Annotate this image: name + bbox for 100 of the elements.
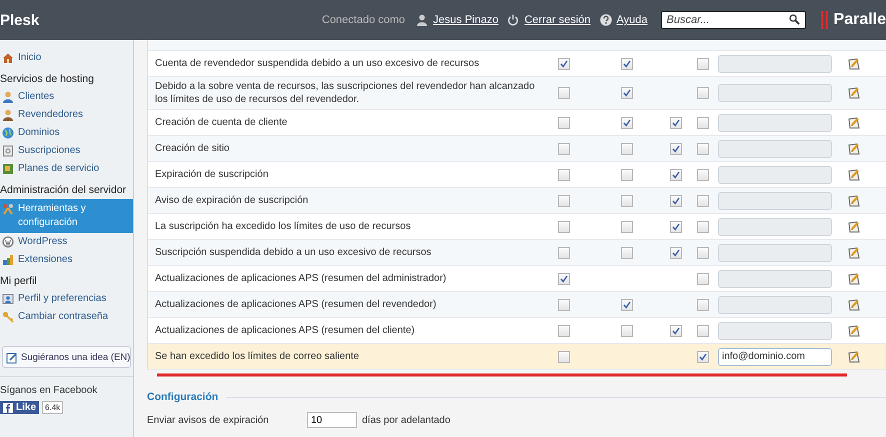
- checkbox[interactable]: [670, 220, 682, 232]
- notification-name: Actualizaciones de aplicaciones APS (resumen del administrador): [154, 272, 448, 286]
- checkbox[interactable]: [670, 194, 682, 206]
- checkbox[interactable]: [697, 246, 709, 258]
- sidebar-item[interactable]: Extensiones: [0, 251, 133, 269]
- sidebar-item[interactable]: Planes de servicio: [0, 160, 133, 178]
- checkbox[interactable]: [621, 324, 633, 336]
- edit-note-icon[interactable]: [847, 298, 861, 312]
- logout-link[interactable]: Cerrar sesión: [524, 14, 591, 26]
- edit-note-icon[interactable]: [847, 324, 861, 338]
- edit-note-icon[interactable]: [847, 194, 861, 208]
- checkbox[interactable]: [558, 142, 570, 154]
- search-field[interactable]: Buscar...: [660, 11, 806, 29]
- checkbox[interactable]: [558, 246, 570, 258]
- checkbox[interactable]: [697, 87, 709, 99]
- edit-note-icon[interactable]: [847, 246, 861, 260]
- sidebar-item[interactable]: Revendedores: [0, 106, 133, 124]
- checkbox[interactable]: [697, 58, 709, 70]
- checkbox[interactable]: [697, 116, 709, 128]
- help-link[interactable]: Ayuda: [616, 14, 648, 26]
- checkbox[interactable]: [697, 298, 709, 310]
- email-field[interactable]: [718, 244, 832, 262]
- person-icon: [2, 91, 14, 103]
- sidebar-item[interactable]: Dominios: [0, 124, 133, 142]
- notification-name: Debido a la sobre venta de recursos, las suscripciones del revendedor han alcanzado los límites de uso de recursos del revendedor.: [154, 80, 536, 107]
- checkbox[interactable]: [670, 246, 682, 258]
- email-field[interactable]: [718, 54, 832, 72]
- checkbox[interactable]: [670, 324, 682, 336]
- notification-name: Expiración de suscripción: [154, 168, 270, 182]
- house-icon: [2, 52, 14, 64]
- email-field[interactable]: [718, 166, 832, 184]
- sidebar-item[interactable]: Clientes: [0, 88, 133, 106]
- field-suffix: días por adelantado: [362, 414, 450, 426]
- search-icon[interactable]: [788, 14, 800, 25]
- checkbox[interactable]: [697, 220, 709, 232]
- profile-card-icon: [2, 293, 14, 305]
- checkbox[interactable]: [697, 272, 709, 284]
- notification-name: Creación de cuenta de cliente: [154, 116, 288, 130]
- edit-note-icon[interactable]: [847, 220, 861, 234]
- checkbox[interactable]: [558, 298, 570, 310]
- bar-chart-icon: [2, 254, 14, 266]
- email-field[interactable]: [718, 218, 832, 236]
- checkbox[interactable]: [621, 58, 633, 70]
- user-link[interactable]: Jesus Pinazo: [433, 14, 498, 26]
- email-field[interactable]: [718, 114, 832, 132]
- edit-note-icon[interactable]: [847, 142, 861, 156]
- sidebar-section-title: Mi perfil: [0, 274, 38, 289]
- email-field[interactable]: [718, 140, 832, 158]
- edit-note-icon[interactable]: [847, 116, 861, 130]
- checkbox[interactable]: [558, 324, 570, 336]
- checkbox[interactable]: [697, 324, 709, 336]
- sidebar-item[interactable]: Perfil y preferencias: [0, 290, 133, 308]
- days-field[interactable]: 10: [307, 412, 357, 428]
- email-field[interactable]: [718, 296, 832, 314]
- sidebar-item[interactable]: Herramientas y configuración: [0, 199, 133, 233]
- checkbox[interactable]: [558, 87, 570, 99]
- checkbox[interactable]: [621, 194, 633, 206]
- checkbox[interactable]: [621, 220, 633, 232]
- checkbox[interactable]: [558, 58, 570, 70]
- edit-note-icon[interactable]: [847, 350, 861, 364]
- checkbox[interactable]: [558, 220, 570, 232]
- checkbox[interactable]: [697, 142, 709, 154]
- email-field[interactable]: [718, 322, 832, 340]
- checkbox[interactable]: [558, 116, 570, 128]
- checkbox[interactable]: [670, 168, 682, 180]
- email-field[interactable]: info@dominio.com: [718, 348, 832, 366]
- checkbox[interactable]: [621, 142, 633, 154]
- sidebar-item[interactable]: Cambiar contraseña: [0, 308, 133, 326]
- checkbox[interactable]: [621, 87, 633, 99]
- like-button[interactable]: Like: [0, 401, 40, 414]
- edit-note-icon[interactable]: [847, 272, 861, 286]
- edit-note-icon[interactable]: [847, 168, 861, 182]
- checkbox[interactable]: [558, 168, 570, 180]
- checkbox[interactable]: [621, 246, 633, 258]
- checkbox[interactable]: [670, 116, 682, 128]
- suggest-idea-button[interactable]: Sugiéranos una idea (EN): [2, 346, 131, 368]
- checkbox[interactable]: [621, 168, 633, 180]
- edit-note-icon[interactable]: [847, 86, 861, 100]
- facebook-label: Síganos en Facebook: [0, 385, 98, 396]
- checkbox[interactable]: [558, 350, 570, 362]
- edit-note-icon[interactable]: [847, 56, 861, 70]
- checkbox[interactable]: [697, 350, 709, 362]
- checkbox[interactable]: [697, 194, 709, 206]
- checkbox[interactable]: [670, 142, 682, 154]
- checkbox[interactable]: [621, 298, 633, 310]
- power-icon: [507, 14, 520, 26]
- checkbox[interactable]: [621, 116, 633, 128]
- app-logo: Plesk: [0, 12, 40, 28]
- connected-label: Conectado como: [322, 14, 406, 26]
- checkbox[interactable]: [558, 272, 570, 284]
- sidebar-item[interactable]: Suscripciones: [0, 142, 133, 160]
- note-pencil-icon: [6, 352, 18, 364]
- email-field[interactable]: [718, 192, 832, 210]
- field-label: Enviar avisos de expiración: [147, 414, 270, 426]
- email-field[interactable]: [718, 270, 832, 288]
- sidebar-item[interactable]: WordPress: [0, 233, 133, 251]
- sidebar-item[interactable]: Inicio: [0, 49, 133, 67]
- checkbox[interactable]: [558, 194, 570, 206]
- checkbox[interactable]: [697, 168, 709, 180]
- email-field[interactable]: [718, 84, 832, 102]
